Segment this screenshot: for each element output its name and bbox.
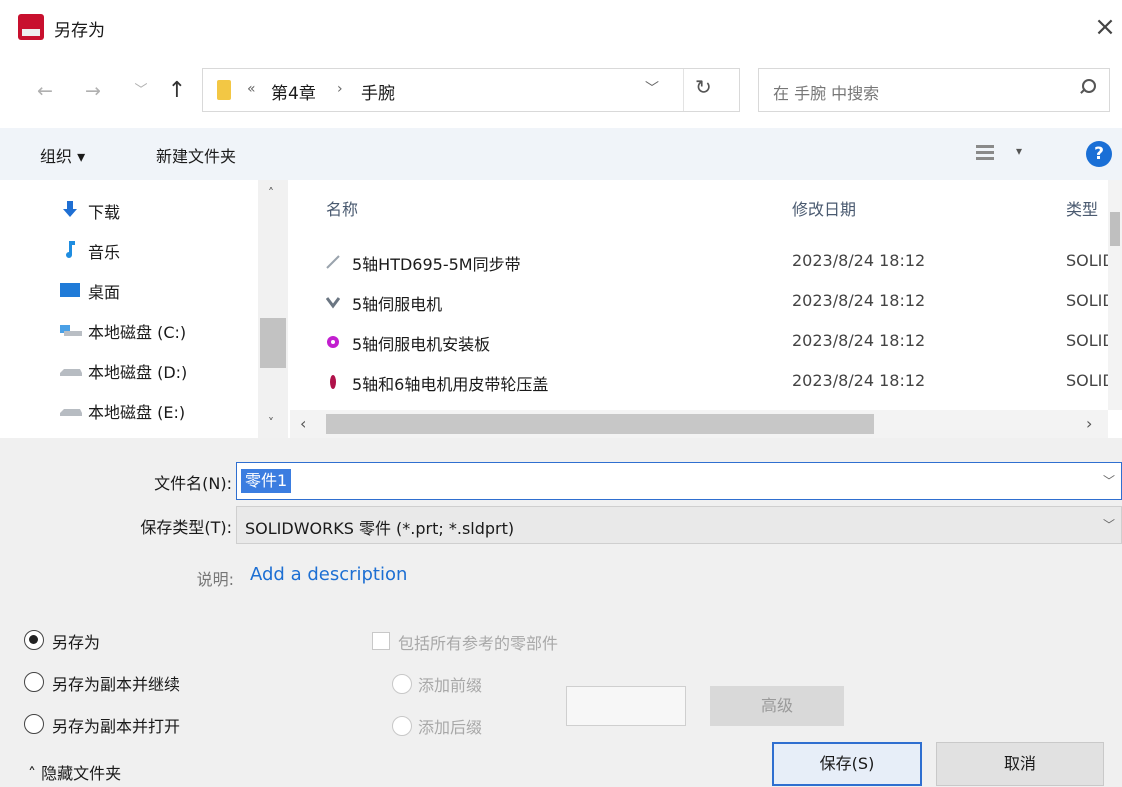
scroll-right-icon[interactable]: › (1086, 414, 1092, 433)
help-icon[interactable]: ? (1086, 141, 1112, 167)
save-copy-open-radio[interactable] (24, 714, 44, 734)
sidebar-item-desktop[interactable]: 桌面 (60, 270, 260, 310)
include-references-checkbox[interactable] (372, 632, 390, 650)
breadcrumb-parent[interactable]: 第4章 (271, 79, 316, 104)
navigation-scrollbar[interactable]: ˄ ˅ (258, 180, 288, 438)
new-folder-button[interactable]: 新建文件夹 (156, 143, 236, 167)
column-header-name[interactable]: 名称 (326, 196, 358, 220)
file-row[interactable]: 5轴伺服电机 2023/8/24 18:12 SOLID (325, 282, 1116, 322)
refresh-icon[interactable]: ↻ (695, 75, 712, 99)
scroll-up-icon[interactable]: ˄ (268, 186, 274, 200)
description-label: 说明: (196, 570, 234, 589)
scroll-down-icon[interactable]: ˅ (268, 416, 274, 430)
file-list-horizontal-scrollbar[interactable]: ‹ › (290, 410, 1108, 438)
navigation-pane: 下载 音乐 桌面 本地磁盘 (C:) 本地磁盘 (D:) 本地磁盘 (E:) (0, 180, 290, 438)
filetype-dropdown-icon[interactable]: ﹀ (1103, 516, 1115, 533)
add-prefix-radio[interactable] (392, 674, 412, 694)
column-header-modified[interactable]: 修改日期 (792, 196, 856, 220)
breadcrumb-overflow[interactable]: « (247, 81, 256, 97)
column-header-type[interactable]: 类型 (1066, 196, 1098, 220)
command-bar: 组织 ▾ 新建文件夹 ▾ ? (0, 128, 1122, 180)
filetype-select[interactable]: SOLIDWORKS 零件 (*.prt; *.sldprt) ﹀ (236, 506, 1122, 544)
filetype-value: SOLIDWORKS 零件 (*.prt; *.sldprt) (245, 519, 515, 538)
add-suffix-radio[interactable] (392, 716, 412, 736)
window-title: 另存为 (54, 21, 105, 41)
filename-label: 文件名(N): (154, 474, 232, 493)
forward-arrow-icon[interactable]: → (78, 74, 108, 108)
part-file-icon (325, 294, 341, 309)
search-box[interactable]: 在 手腕 中搜索 (758, 68, 1110, 112)
address-bar[interactable]: « 第4章 › 手腕 ﹀ ↻ (202, 68, 740, 112)
scrollbar-thumb[interactable] (326, 414, 874, 434)
filename-input[interactable]: 零件1 (241, 469, 292, 493)
back-arrow-icon[interactable]: ← (30, 74, 60, 108)
cancel-button[interactable]: 取消 (936, 742, 1104, 786)
drive-icon (60, 361, 82, 379)
solidworks-app-icon (18, 14, 44, 40)
file-row[interactable]: 5轴和6轴电机用皮带轮压盖 2023/8/24 18:12 SOLID (326, 362, 1116, 402)
title-bar: 另存为 × (0, 0, 1122, 62)
sidebar-item-drive-d[interactable]: 本地磁盘 (D:) (60, 350, 260, 390)
view-dropdown-icon[interactable]: ▾ (1016, 144, 1022, 158)
close-icon[interactable]: × (1090, 10, 1120, 44)
save-copy-open-label[interactable]: 另存为副本并打开 (52, 713, 180, 737)
search-input[interactable]: 在 手腕 中搜索 (773, 80, 879, 104)
search-icon[interactable] (1079, 79, 1096, 95)
part-file-icon (326, 334, 340, 348)
add-suffix-label: 添加后缀 (418, 718, 483, 737)
filename-field[interactable]: 零件1 ﹀ (236, 462, 1122, 500)
download-icon (60, 201, 80, 219)
up-arrow-icon[interactable]: ↑ (162, 74, 192, 108)
part-file-icon (326, 254, 340, 269)
sidebar-item-downloads[interactable]: 下载 (60, 190, 260, 230)
scrollbar-thumb[interactable] (1110, 212, 1120, 246)
filename-dropdown-icon[interactable]: ﹀ (1103, 472, 1115, 489)
prefix-suffix-input[interactable] (566, 686, 686, 726)
music-icon (60, 241, 80, 259)
file-list-vertical-scrollbar[interactable] (1108, 180, 1122, 410)
organize-button[interactable]: 组织 ▾ (40, 143, 85, 167)
save-as-radio[interactable] (24, 630, 44, 650)
address-divider (683, 69, 684, 111)
save-copy-continue-label[interactable]: 另存为副本并继续 (52, 671, 180, 695)
drive-icon (60, 401, 82, 419)
address-dropdown-icon[interactable]: ﹀ (645, 78, 659, 98)
sidebar-item-drive-e[interactable]: 本地磁盘 (E:) (60, 390, 260, 430)
file-row[interactable]: 5轴伺服电机安装板 2023/8/24 18:12 SOLID (326, 322, 1116, 362)
filetype-label: 保存类型(T): (140, 518, 232, 537)
scrollbar-thumb[interactable] (260, 318, 286, 368)
save-as-label[interactable]: 另存为 (52, 629, 100, 653)
file-list: 名称 修改日期 类型 5轴HTD695-5M同步带 2023/8/24 18:1… (290, 180, 1122, 438)
file-row[interactable]: 5轴HTD695-5M同步带 2023/8/24 18:12 SOLID (326, 242, 1116, 282)
sidebar-item-drive-c[interactable]: 本地磁盘 (C:) (60, 310, 260, 350)
breadcrumb-current[interactable]: 手腕 (361, 79, 395, 104)
view-options-icon[interactable] (976, 144, 994, 162)
hide-folders-toggle[interactable]: ˄ 隐藏文件夹 (28, 760, 121, 784)
breadcrumb-separator[interactable]: › (337, 81, 343, 97)
save-button[interactable]: 保存(S) (772, 742, 922, 786)
part-file-icon (326, 374, 340, 389)
recent-locations-chevron-icon[interactable]: ﹀ (126, 74, 156, 108)
advanced-button[interactable]: 高级 (710, 686, 844, 726)
system-drive-icon (60, 321, 82, 339)
scroll-left-icon[interactable]: ‹ (300, 414, 306, 433)
folder-icon (217, 80, 231, 100)
add-prefix-label: 添加前缀 (418, 676, 483, 695)
desktop-icon (60, 281, 80, 299)
add-description-link[interactable]: Add a description (250, 564, 407, 585)
include-references-label: 包括所有参考的零部件 (398, 634, 559, 653)
save-copy-continue-radio[interactable] (24, 672, 44, 692)
sidebar-item-music[interactable]: 音乐 (60, 230, 260, 270)
